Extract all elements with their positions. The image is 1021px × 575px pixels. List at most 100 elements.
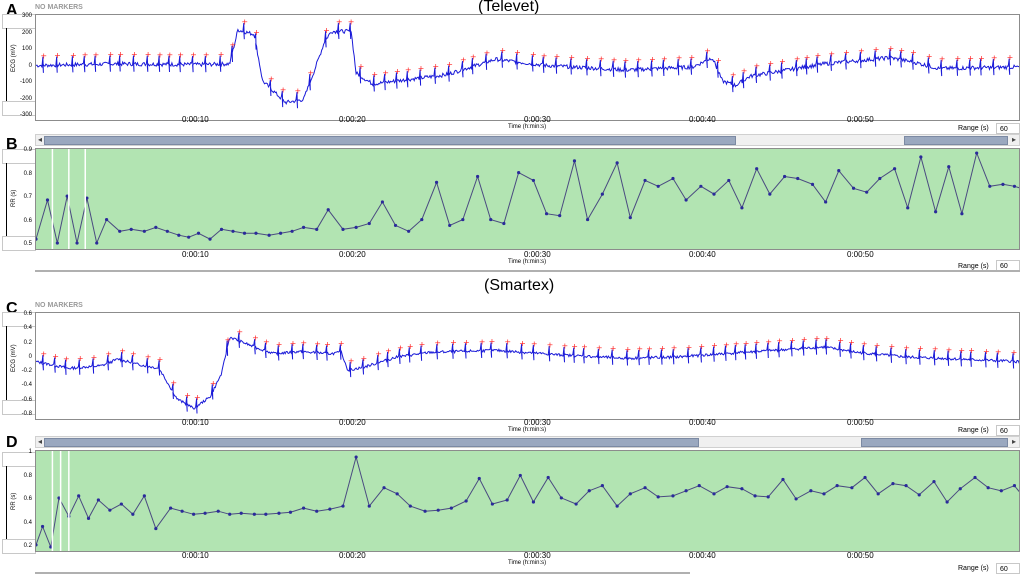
r-peak-marker: + xyxy=(926,52,933,61)
rr-point xyxy=(958,487,962,491)
x-axis-label: Time (h:min:s) xyxy=(508,259,547,265)
xtick-label: 0:00:50 xyxy=(847,115,874,124)
r-peak-marker: + xyxy=(610,344,617,353)
rr-point xyxy=(315,227,319,231)
r-peak-marker: + xyxy=(776,337,783,346)
r-peak-marker: + xyxy=(91,353,98,362)
r-peak-marker: + xyxy=(837,336,844,345)
ytick-label: 0.2 xyxy=(23,339,32,346)
rr-point xyxy=(288,510,293,514)
rr-point xyxy=(489,217,493,222)
xtick-label: 0:00:10 xyxy=(182,551,209,560)
r-peak-marker: + xyxy=(52,352,59,361)
scroll-right-icon[interactable]: ▸ xyxy=(1012,135,1016,145)
ytick-label: 0.8 xyxy=(23,472,32,479)
rr-point xyxy=(628,216,632,220)
r-peak-marker: + xyxy=(280,86,287,95)
ytick-label: 0.5 xyxy=(23,241,32,247)
rr-point xyxy=(851,186,856,190)
rr-point xyxy=(684,489,688,493)
xtick-label: 0:00:10 xyxy=(182,115,209,124)
r-peak-marker: + xyxy=(241,18,248,27)
r-peak-marker: + xyxy=(479,337,486,346)
r-peak-marker: + xyxy=(649,55,656,64)
rr-point xyxy=(876,492,880,496)
xtick-label: 0:00:10 xyxy=(182,250,209,259)
rr-point xyxy=(863,475,867,480)
rr-point xyxy=(449,506,453,510)
rr-point xyxy=(919,155,923,159)
r-peak-marker: + xyxy=(184,391,191,400)
panel-c-scrollbar[interactable]: ◂ ▸ xyxy=(35,436,1020,448)
panel-a-ecg-plot[interactable]: + + + + + + + + + + + + + + + + + + + + + + + + + + + + + + + + + + + + + + + +… xyxy=(35,14,1020,121)
panel-d-rr-plot[interactable] xyxy=(35,450,1020,552)
rr-point xyxy=(973,475,977,480)
rr-point xyxy=(517,171,521,175)
rr-point xyxy=(947,165,951,169)
r-peak-marker: + xyxy=(874,341,881,350)
scroll-thumb-right[interactable] xyxy=(904,136,1008,145)
r-peak-marker: + xyxy=(105,350,112,359)
r-peak-marker: + xyxy=(252,334,259,343)
r-peak-marker: + xyxy=(300,339,307,348)
panel-b-rr-plot[interactable] xyxy=(35,148,1020,250)
r-peak-marker: + xyxy=(157,50,164,59)
r-peak-marker: + xyxy=(571,342,578,351)
rr-point xyxy=(671,176,675,181)
panel-c-range-label: Range (s) xyxy=(958,427,989,434)
rr-point xyxy=(192,512,196,516)
rr-point xyxy=(367,221,371,226)
panel-a-scrollbar[interactable]: ◂ ▸ xyxy=(35,134,1020,146)
r-peak-marker: + xyxy=(530,50,537,59)
r-peak-marker: + xyxy=(253,28,260,37)
xtick-label: 0:00:10 xyxy=(182,418,209,427)
panel-d-hscroll[interactable] xyxy=(35,572,690,574)
rr-point xyxy=(45,198,50,202)
r-peak-marker: + xyxy=(519,339,526,348)
r-peak-marker: + xyxy=(1007,53,1014,62)
rr-point xyxy=(986,486,990,490)
r-peak-marker: + xyxy=(815,51,822,60)
rr-point xyxy=(169,506,173,510)
panel-d-range-value[interactable]: 60 xyxy=(996,563,1020,574)
panel-a-range-value[interactable]: 60 xyxy=(996,123,1020,134)
r-peak-marker: + xyxy=(995,347,1002,356)
rr-point xyxy=(932,479,936,484)
ytick-label: -0.6 xyxy=(21,396,32,403)
panel-c-range-value[interactable]: 60 xyxy=(996,425,1020,436)
panel-c-ecg-plot[interactable]: + + + + + + + + + + + + + + + + + + + + + + + + + + + + + + + + + + + + + + + +… xyxy=(35,312,1020,420)
r-peak-marker: + xyxy=(225,335,232,344)
scroll-thumb-c[interactable] xyxy=(44,438,699,447)
r-peak-marker: + xyxy=(405,66,412,75)
ytick-label: 0.6 xyxy=(23,311,32,317)
scroll-left-icon-c[interactable]: ◂ xyxy=(38,437,42,447)
panel-b-hscroll[interactable] xyxy=(35,270,1020,272)
r-peak-marker: + xyxy=(470,53,477,62)
rr-point xyxy=(684,198,688,202)
rr-point xyxy=(1019,492,1020,495)
rr-point xyxy=(36,237,38,241)
scroll-thumb[interactable] xyxy=(44,136,736,145)
rr-point xyxy=(228,512,232,516)
rr-point xyxy=(477,476,481,481)
rr-point xyxy=(267,233,271,237)
r-peak-marker: + xyxy=(968,346,975,355)
rr-point xyxy=(643,486,647,490)
r-peak-marker: + xyxy=(107,50,114,59)
rr-point xyxy=(643,178,647,183)
xtick-label: 0:00:50 xyxy=(847,250,874,259)
rr-point xyxy=(436,508,440,512)
rr-point xyxy=(154,225,158,229)
ytick-label: 0 xyxy=(28,62,32,69)
r-peak-marker: + xyxy=(361,354,368,363)
rr-point xyxy=(219,227,224,231)
smartex-title: (Smartex) xyxy=(484,277,555,294)
r-peak-marker: + xyxy=(170,378,177,387)
rr-point xyxy=(95,241,99,245)
scroll-right-icon-c[interactable]: ▸ xyxy=(1012,437,1016,447)
panel-d-axis-arrow xyxy=(6,466,7,540)
scroll-thumb-c-right[interactable] xyxy=(861,438,1008,447)
scroll-left-icon[interactable]: ◂ xyxy=(38,135,42,145)
ecg-trace xyxy=(36,22,1019,109)
rr-point xyxy=(301,225,306,229)
